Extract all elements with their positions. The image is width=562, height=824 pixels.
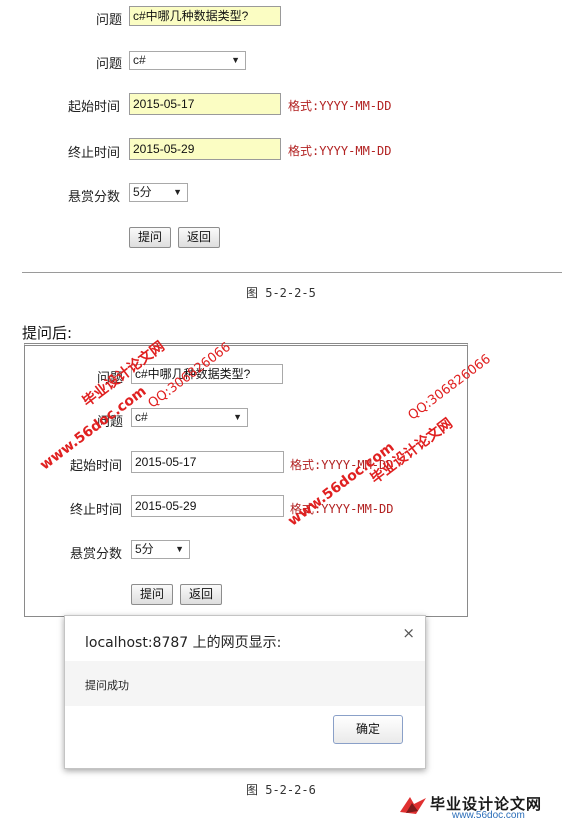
start-time-input[interactable]: 2015-05-17 [129,93,281,115]
figure-caption-1: 图 5-2-2-5 [246,286,316,300]
dropdown-arrow-icon: ▼ [175,544,184,554]
back-button[interactable]: 返回 [180,584,222,605]
dropdown-arrow-icon: ▼ [233,412,242,422]
end-time-hint: 格式:YYYY-MM-DD [288,144,392,158]
end-time-label: 终止时间 [70,503,123,518]
reward-label: 悬赏分数 [70,547,123,562]
dialog-message: 提问成功 [85,679,129,692]
back-button[interactable]: 返回 [178,227,220,248]
end-time-input[interactable]: 2015-05-29 [131,495,284,517]
dialog-body: 提问成功 [65,661,425,706]
submit-button[interactable]: 提问 [129,227,171,248]
question-label: 问题 [96,13,123,28]
reward-select-value: 5分 [133,185,152,199]
category-label: 问题 [96,57,123,72]
divider [22,272,562,273]
dropdown-arrow-icon: ▼ [173,187,182,197]
dropdown-arrow-icon: ▼ [231,55,240,65]
start-time-input[interactable]: 2015-05-17 [131,451,284,473]
end-time-label: 终止时间 [68,146,121,161]
reward-label: 悬赏分数 [68,190,121,205]
category-select[interactable]: c# ▼ [131,408,248,427]
footer-logo-url: www.56doc.com [452,810,525,821]
dialog-title: localhost:8787 上的网页显示: [85,635,282,651]
reward-select[interactable]: 5分 ▼ [131,540,190,559]
ok-button[interactable]: 确定 [333,715,403,744]
figure-caption-2: 图 5-2-2-6 [246,783,316,797]
start-time-hint: 格式:YYYY-MM-DD [288,99,392,113]
category-select[interactable]: c# ▼ [129,51,246,70]
end-time-input[interactable]: 2015-05-29 [129,138,281,160]
start-time-label: 起始时间 [70,459,123,474]
alert-dialog: localhost:8787 上的网页显示: × 提问成功 确定 [64,615,426,769]
logo-icon [398,794,428,816]
start-time-label: 起始时间 [68,100,121,115]
category-select-value: c# [135,410,148,424]
submit-button[interactable]: 提问 [131,584,173,605]
question-input[interactable]: c#中哪几种数据类型? [129,6,281,26]
close-icon[interactable]: × [402,624,415,642]
reward-select-value: 5分 [135,542,154,556]
section-heading: 提问后: [22,324,73,342]
reward-select[interactable]: 5分 ▼ [129,183,188,202]
category-select-value: c# [133,53,146,67]
